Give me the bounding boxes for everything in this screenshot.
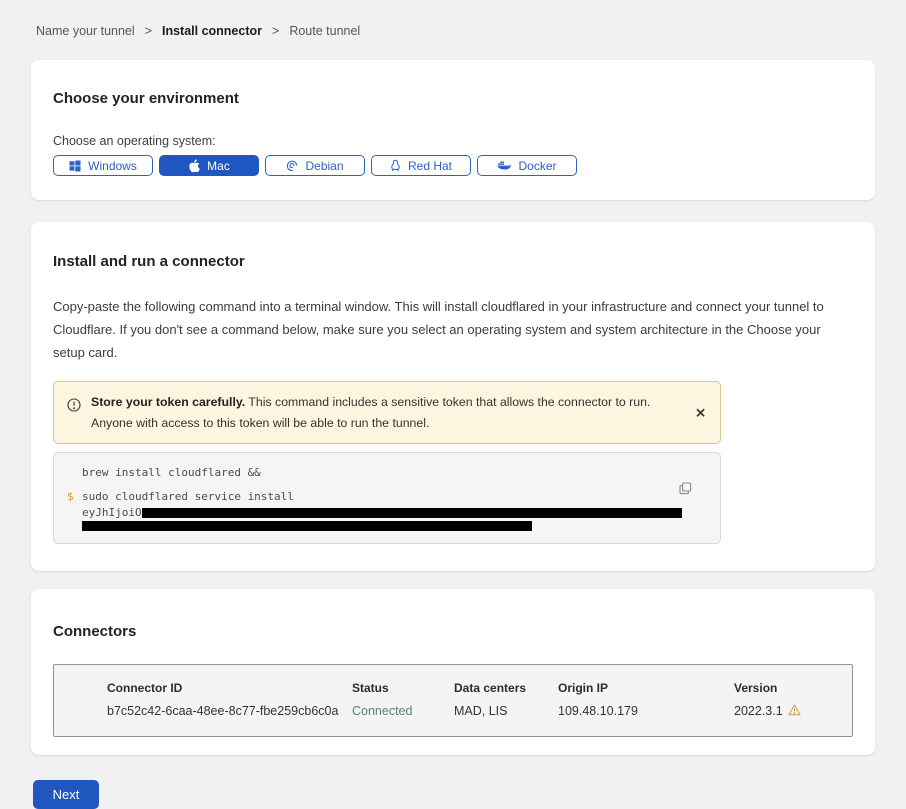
tunnel-setup-page: Name your tunnel > Install connector > R…	[0, 0, 906, 740]
install-connector-card: Install and run a connector Copy-paste t…	[31, 222, 875, 571]
redhat-icon	[390, 159, 401, 172]
token-warning-bold: Store your token carefully.	[91, 395, 245, 409]
install-card-title: Install and run a connector	[53, 253, 853, 270]
close-icon[interactable]: ✕	[695, 406, 706, 419]
environment-card-title: Choose your environment	[53, 90, 853, 107]
column-header-connector-id: Connector ID	[107, 681, 352, 695]
breadcrumb-install-connector[interactable]: Install connector	[162, 24, 262, 38]
os-button-debian[interactable]: Debian	[265, 155, 365, 176]
data-centers-value: MAD, LIS	[454, 704, 558, 718]
column-header-status: Status	[352, 681, 454, 695]
os-button-mac[interactable]: Mac	[159, 155, 259, 176]
os-button-label: Mac	[207, 159, 230, 173]
connector-id-value: b7c52c42-6caa-48ee-8c77-fbe259cb6c0a	[107, 704, 352, 718]
token-warning-banner: Store your token carefully. This command…	[53, 381, 721, 444]
redacted-token-bar	[142, 508, 682, 518]
token-prefix: eyJhIjoiO	[82, 506, 142, 519]
breadcrumb-separator: >	[145, 24, 152, 38]
breadcrumb-separator: >	[272, 24, 279, 38]
os-button-label: Red Hat	[408, 159, 452, 173]
breadcrumb-name-your-tunnel[interactable]: Name your tunnel	[36, 24, 135, 38]
connectors-table: Connector ID Status Data centers Origin …	[53, 664, 853, 737]
install-command-codeblock: brew install cloudflared && $ sudo cloud…	[53, 452, 721, 544]
code-line-service-install: $ sudo cloudflared service install eyJhI…	[67, 489, 704, 521]
version-number: 2022.3.1	[734, 704, 783, 718]
breadcrumb: Name your tunnel > Install connector > R…	[0, 0, 906, 38]
token-warning-text: Store your token carefully. This command…	[91, 392, 706, 433]
debian-icon	[286, 160, 298, 172]
breadcrumb-route-tunnel[interactable]: Route tunnel	[289, 24, 360, 38]
status-badge: Connected	[352, 704, 454, 718]
os-button-windows[interactable]: Windows	[53, 155, 153, 176]
warning-icon	[788, 704, 801, 719]
os-button-redhat[interactable]: Red Hat	[371, 155, 471, 176]
info-icon	[67, 398, 81, 417]
shell-prompt: $	[67, 489, 82, 521]
code-line-brew: brew install cloudflared &&	[67, 465, 704, 481]
column-header-origin-ip: Origin IP	[558, 681, 734, 695]
os-button-docker[interactable]: Docker	[477, 155, 577, 176]
os-button-label: Docker	[518, 159, 556, 173]
os-button-group: Windows Mac Debian Red Hat	[53, 155, 853, 176]
code-command: sudo cloudflared service install	[82, 490, 294, 503]
origin-ip-value: 109.48.10.179	[558, 704, 734, 718]
next-button[interactable]: Next	[33, 780, 99, 809]
version-value: 2022.3.1	[734, 704, 832, 719]
os-button-label: Windows	[88, 159, 137, 173]
os-select-label: Choose an operating system:	[53, 134, 853, 148]
table-row: Connector ID Status Data centers Origin …	[107, 681, 832, 719]
redacted-token-bar	[82, 521, 532, 531]
copy-icon[interactable]	[677, 480, 694, 500]
install-description: Copy-paste the following command into a …	[53, 296, 848, 364]
windows-icon	[69, 160, 81, 172]
environment-card: Choose your environment Choose an operat…	[31, 60, 875, 200]
column-header-data-centers: Data centers	[454, 681, 558, 695]
connectors-card-title: Connectors	[53, 623, 853, 640]
connectors-card: Connectors Connector ID Status Data cent…	[31, 589, 875, 755]
column-header-version: Version	[734, 681, 832, 695]
apple-icon	[188, 159, 200, 173]
docker-icon	[497, 160, 511, 171]
os-button-label: Debian	[305, 159, 343, 173]
